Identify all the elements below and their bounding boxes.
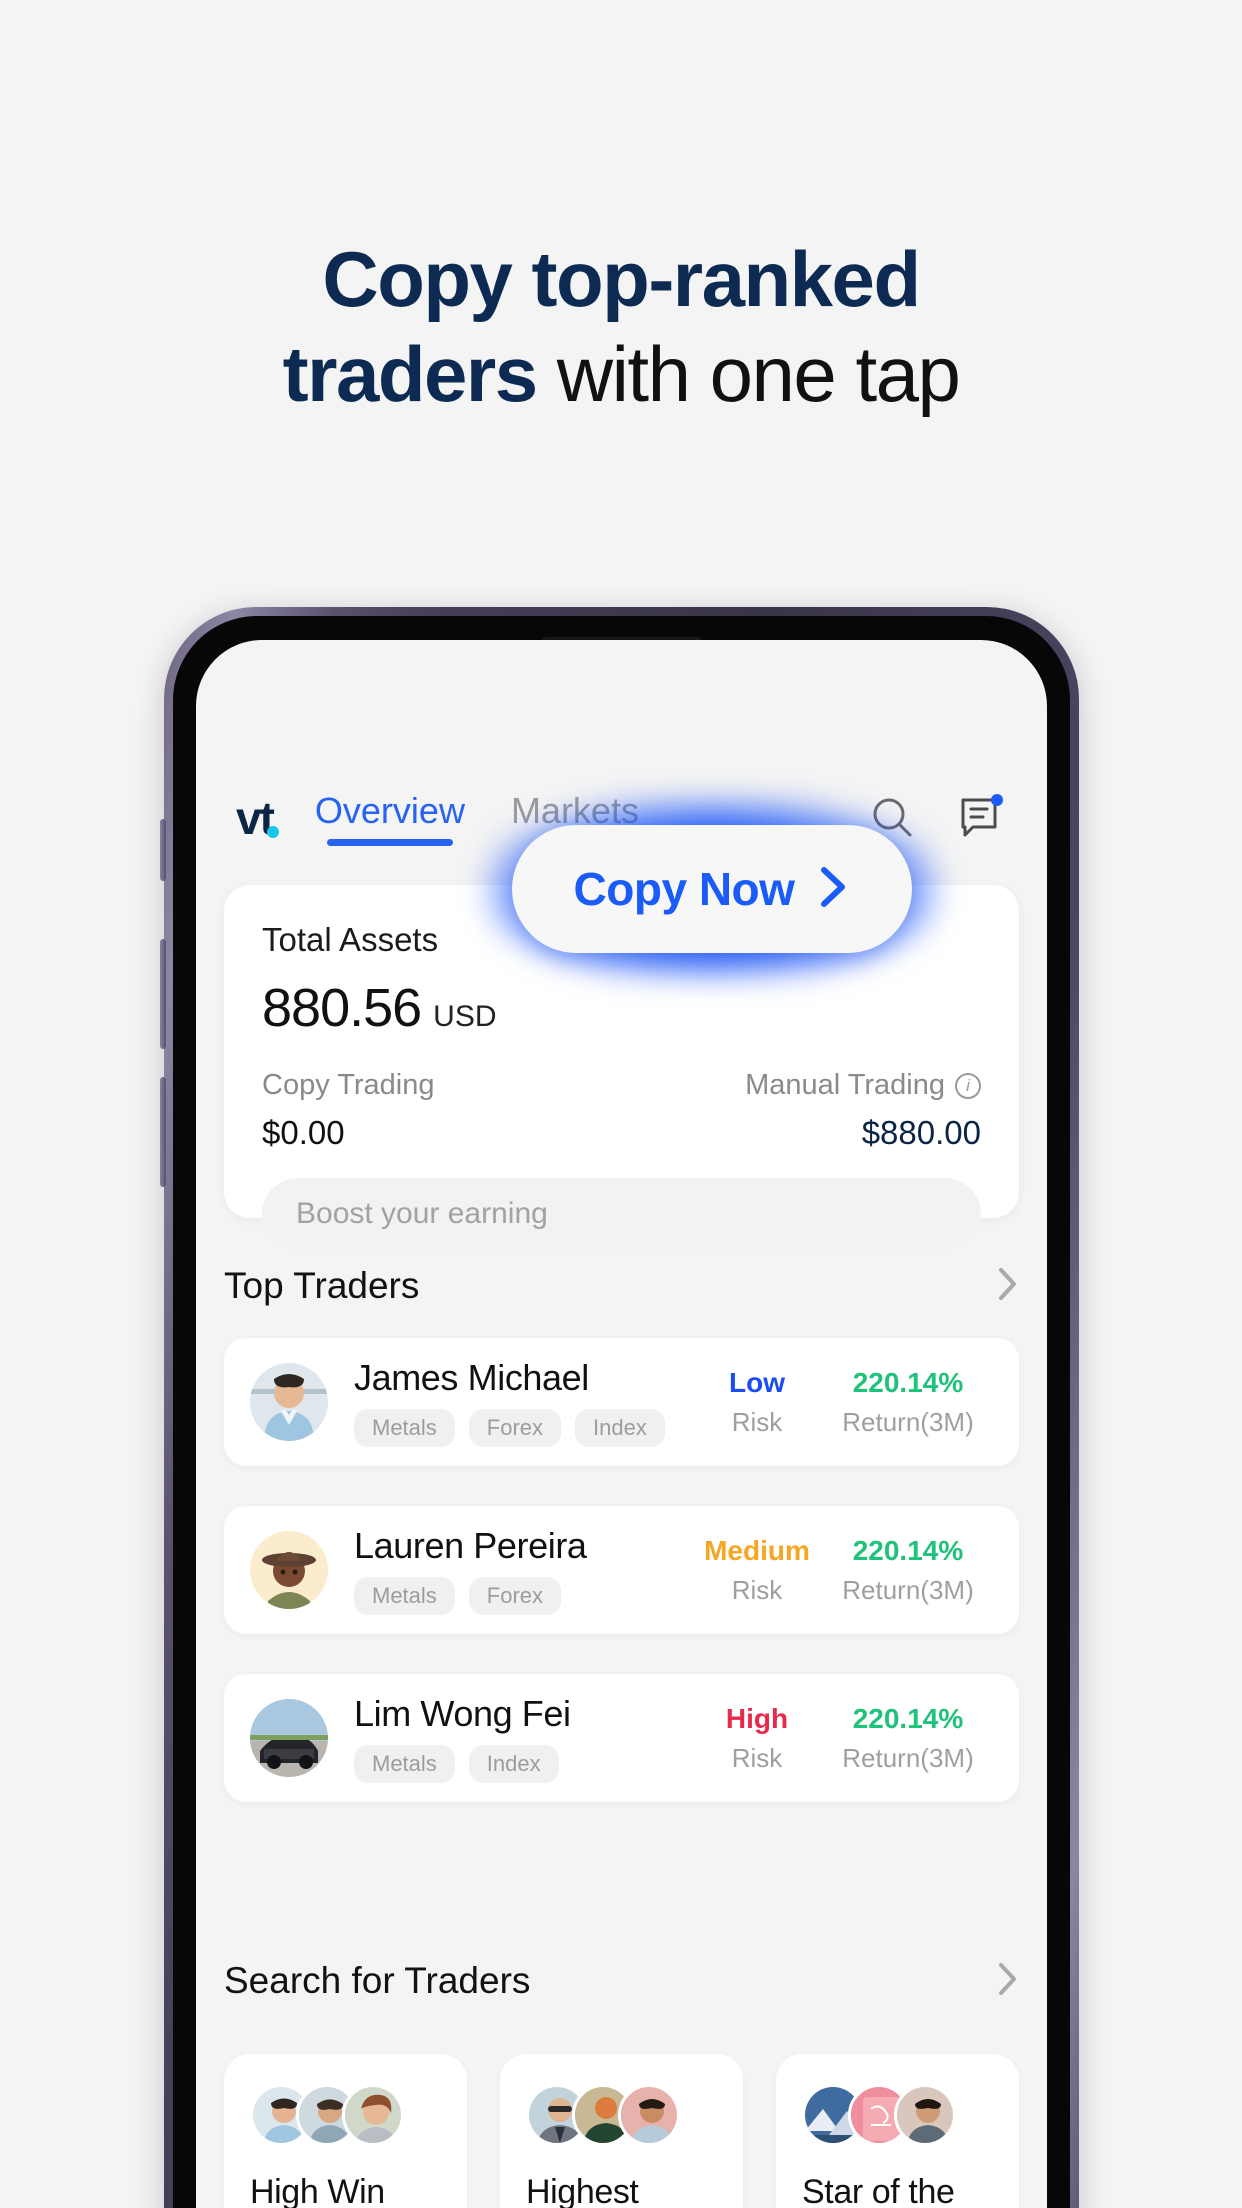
return-label: Return(3M) [842, 1742, 974, 1773]
info-icon[interactable]: i [955, 1072, 981, 1099]
total-assets-value-row: 880.56 USD [262, 977, 981, 1039]
trader-tag: Metals [354, 1745, 455, 1783]
risk-column: Low Risk [691, 1367, 823, 1438]
trader-tag: Metals [354, 1409, 455, 1447]
top-traders-title: Top Traders [224, 1265, 420, 1306]
headline-line-2-bold: traders [282, 330, 538, 419]
return-value: 220.14% [852, 1702, 964, 1734]
trader-name: James Michael [354, 1357, 589, 1398]
logo-dot-icon [266, 826, 279, 838]
headline-line-2-regular: with one tap [536, 330, 961, 419]
avatar-group [250, 2084, 441, 2146]
list-item-label: Star of the Month [802, 2173, 955, 2208]
risk-level: Low [729, 1366, 785, 1398]
trading-split-values: $0.00 $880.00 [262, 1114, 981, 1152]
copy-now-button[interactable]: Copy Now [512, 825, 912, 953]
return-column: 220.14% Return(3M) [823, 1535, 993, 1606]
list-item[interactable]: Highest Annual Return [500, 2054, 743, 2208]
return-column: 220.14% Return(3M) [823, 1703, 993, 1774]
trader-info: James Michael Metals Forex Index [354, 1357, 691, 1447]
return-value: 220.14% [852, 1534, 964, 1566]
chevron-right-icon[interactable] [997, 1961, 1019, 2002]
phone-bezel: vt Overview Markets [173, 616, 1070, 2208]
tab-overview-label: Overview [314, 790, 465, 831]
chevron-right-icon[interactable] [997, 1266, 1019, 1307]
avatar [342, 2084, 404, 2146]
trader-tags: Metals Index [354, 1745, 691, 1783]
trader-tags: Metals Forex [354, 1577, 691, 1615]
copy-now-cta[interactable]: Copy Now [482, 795, 942, 983]
risk-label: Risk [731, 1406, 783, 1437]
top-traders-header[interactable]: Top Traders [224, 1265, 1019, 1307]
table-row[interactable]: James Michael Metals Forex Index Low Ris… [224, 1338, 1019, 1466]
phone-screen: vt Overview Markets [196, 640, 1047, 2208]
trader-name: Lim Wong Fei [354, 1693, 571, 1734]
risk-label: Risk [731, 1742, 783, 1773]
vt-logo: vt [236, 795, 279, 841]
boost-earning-placeholder: Boost your earning [296, 1197, 548, 1230]
avatar [250, 1363, 328, 1441]
risk-label: Risk [731, 1574, 783, 1605]
risk-level: Medium [704, 1534, 810, 1566]
copy-trading-value: $0.00 [262, 1114, 345, 1151]
chevron-right-icon [816, 864, 850, 915]
total-assets-value: 880.56 [262, 978, 422, 1038]
list-item-label: Highest Annual Return [526, 2173, 639, 2208]
headline-line-1: Copy top-ranked [0, 232, 1242, 327]
risk-column: High Risk [691, 1703, 823, 1774]
return-column: 220.14% Return(3M) [823, 1367, 993, 1438]
avatar [894, 2084, 956, 2146]
phone-mute-switch [160, 819, 166, 881]
trader-name: Lauren Pereira [354, 1525, 587, 1566]
manual-trading-label-group: Manual Trading i [745, 1069, 981, 1102]
avatar [250, 1531, 328, 1609]
message-icon[interactable] [953, 791, 1007, 845]
risk-level: High [725, 1702, 789, 1734]
trader-tag: Forex [468, 1577, 562, 1615]
return-label: Return(3M) [842, 1406, 974, 1437]
list-item[interactable]: High Win Rate [224, 2054, 467, 2208]
table-row[interactable]: Lim Wong Fei Metals Index High Risk 220.… [224, 1674, 1019, 1802]
trader-tag: Index [468, 1745, 559, 1783]
tab-overview[interactable]: Overview [315, 790, 465, 846]
search-traders-header[interactable]: Search for Traders [224, 1960, 1019, 2002]
trader-tag: Forex [468, 1409, 562, 1447]
avatar-group [526, 2084, 717, 2146]
search-traders-title: Search for Traders [224, 1960, 531, 2001]
boost-earning-input[interactable]: Boost your earning [262, 1178, 981, 1250]
headline-line-1-bold: Copy top-ranked [322, 235, 921, 323]
list-item[interactable]: Star of the Month [776, 2054, 1019, 2208]
return-label: Return(3M) [842, 1574, 974, 1605]
trader-tags: Metals Forex Index [354, 1409, 691, 1447]
risk-column: Medium Risk [691, 1535, 823, 1606]
tab-active-underline [326, 839, 453, 846]
manual-trading-value: $880.00 [861, 1114, 981, 1151]
trading-split-labels: Copy Trading Manual Trading i [262, 1069, 981, 1102]
trader-info: Lauren Pereira Metals Forex [354, 1525, 691, 1615]
copy-trading-label: Copy Trading [262, 1069, 435, 1101]
avatar [250, 1699, 328, 1777]
phone-volume-down-button [160, 1077, 166, 1187]
trader-tag: Index [575, 1409, 665, 1447]
phone-volume-up-button [160, 939, 166, 1049]
table-row[interactable]: Lauren Pereira Metals Forex Medium Risk … [224, 1506, 1019, 1634]
copy-now-label: Copy Now [573, 863, 795, 915]
return-value: 220.14% [852, 1366, 964, 1398]
avatar [618, 2084, 680, 2146]
phone-mockup: vt Overview Markets [160, 607, 1079, 2208]
list-item-label: High Win Rate [250, 2173, 385, 2208]
message-badge-dot [991, 794, 1003, 806]
page-title: Copy top-ranked traders with one tap [0, 232, 1242, 422]
trader-tag: Metals [354, 1577, 455, 1615]
avatar-group [802, 2084, 993, 2146]
headline-line-2: traders with one tap [0, 327, 1242, 422]
total-assets-currency: USD [433, 1000, 497, 1033]
manual-trading-label: Manual Trading [745, 1069, 945, 1101]
trader-info: Lim Wong Fei Metals Index [354, 1693, 691, 1783]
promo-page: Copy top-ranked traders with one tap vt … [0, 0, 1242, 2208]
